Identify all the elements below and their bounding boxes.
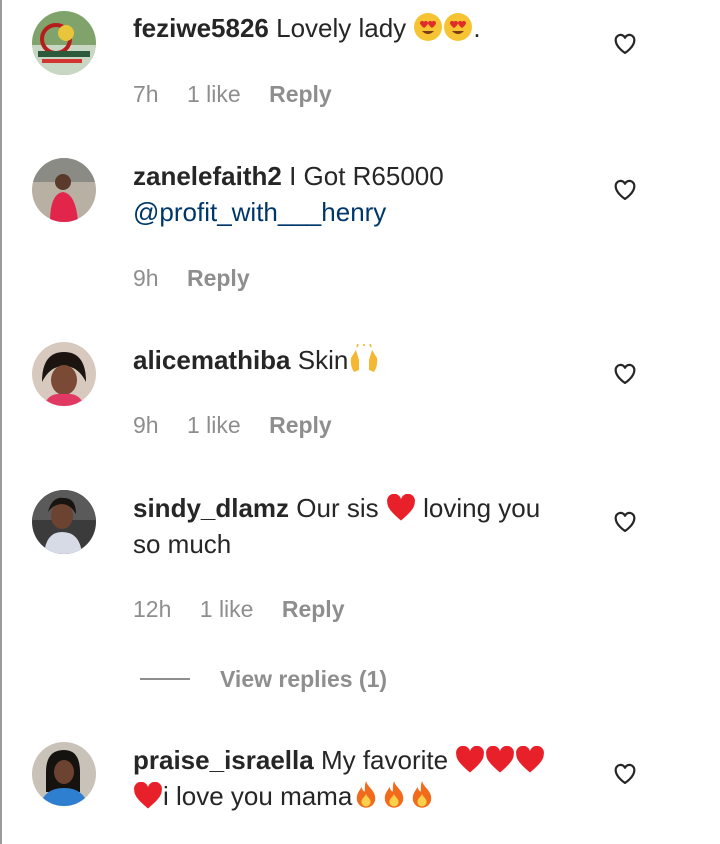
left-edge-divider — [0, 0, 2, 844]
avatar[interactable] — [32, 158, 96, 222]
red-heart-emoji — [134, 782, 162, 809]
heart-outline-icon[interactable] — [611, 29, 639, 57]
red-heart-emoji — [516, 746, 545, 773]
avatar[interactable] — [32, 742, 96, 806]
avatar[interactable] — [32, 490, 96, 554]
reply-button[interactable]: Reply — [269, 81, 332, 107]
comment-body: zanelefaith2 I Got R65000 @profit_with__… — [133, 158, 573, 230]
comment-time: 9h — [133, 412, 159, 438]
fire-emoji — [413, 781, 432, 808]
comment-mention-link[interactable]: @profit_with___henry — [133, 197, 386, 227]
red-heart-emoji — [486, 746, 515, 773]
reply-button[interactable]: Reply — [282, 596, 345, 622]
fire-emoji — [357, 781, 376, 808]
comment-likes[interactable]: 1 like — [187, 412, 241, 438]
comment-username[interactable]: praise_israella — [133, 745, 314, 775]
comment-meta: 7h 1 like Reply — [133, 81, 354, 108]
comment-meta: 12h 1 like Reply — [133, 596, 367, 623]
reply-button[interactable]: Reply — [187, 265, 250, 291]
heart-outline-icon[interactable] — [611, 359, 639, 387]
comment-username[interactable]: sindy_dlamz — [133, 493, 289, 523]
comment-text: Skin — [297, 345, 349, 375]
red-heart-emoji — [386, 494, 415, 521]
comment-likes[interactable]: 1 like — [200, 596, 254, 622]
view-replies-label: View replies (1) — [220, 665, 388, 692]
heart-eyes-emoji — [414, 13, 443, 41]
heart-outline-icon[interactable] — [611, 507, 639, 535]
comment-body: feziwe5826 Lovely lady . — [133, 10, 573, 46]
comment-username[interactable]: alicemathiba — [133, 345, 291, 375]
comment-username[interactable]: feziwe5826 — [133, 13, 269, 43]
heart-outline-icon[interactable] — [611, 759, 639, 787]
avatar[interactable] — [32, 342, 96, 406]
comment-text: Our sis — [296, 493, 386, 523]
comment-meta: 9h 1 like Reply — [133, 412, 354, 439]
comment-body: praise_israella My favorite i love you m… — [133, 742, 573, 814]
view-replies-button[interactable]: View replies (1) — [140, 664, 387, 694]
comment-body: sindy_dlamz Our sis loving you so much — [133, 490, 573, 562]
replies-divider-line — [140, 678, 190, 680]
raising-hands-emoji — [351, 344, 378, 372]
comment-time: 7h — [133, 81, 159, 107]
comment-meta: 9h Reply — [133, 265, 272, 292]
comment-text: . — [473, 13, 481, 43]
comment-body: alicemathiba Skin — [133, 342, 573, 378]
red-heart-emoji — [456, 746, 485, 773]
fire-emoji — [385, 781, 404, 808]
comment-text: Lovely lady — [276, 13, 414, 43]
heart-outline-icon[interactable] — [611, 175, 639, 203]
comment-text: I Got R65000 — [289, 161, 444, 191]
comment-username[interactable]: zanelefaith2 — [133, 161, 282, 191]
comment-text: i love you mama — [163, 781, 353, 811]
comment-time: 12h — [133, 596, 172, 622]
heart-eyes-emoji — [444, 13, 473, 41]
avatar[interactable] — [32, 11, 96, 75]
comment-time: 9h — [133, 265, 159, 291]
comment-text: My favorite — [320, 745, 456, 775]
comment-likes[interactable]: 1 like — [187, 81, 241, 107]
reply-button[interactable]: Reply — [269, 412, 332, 438]
